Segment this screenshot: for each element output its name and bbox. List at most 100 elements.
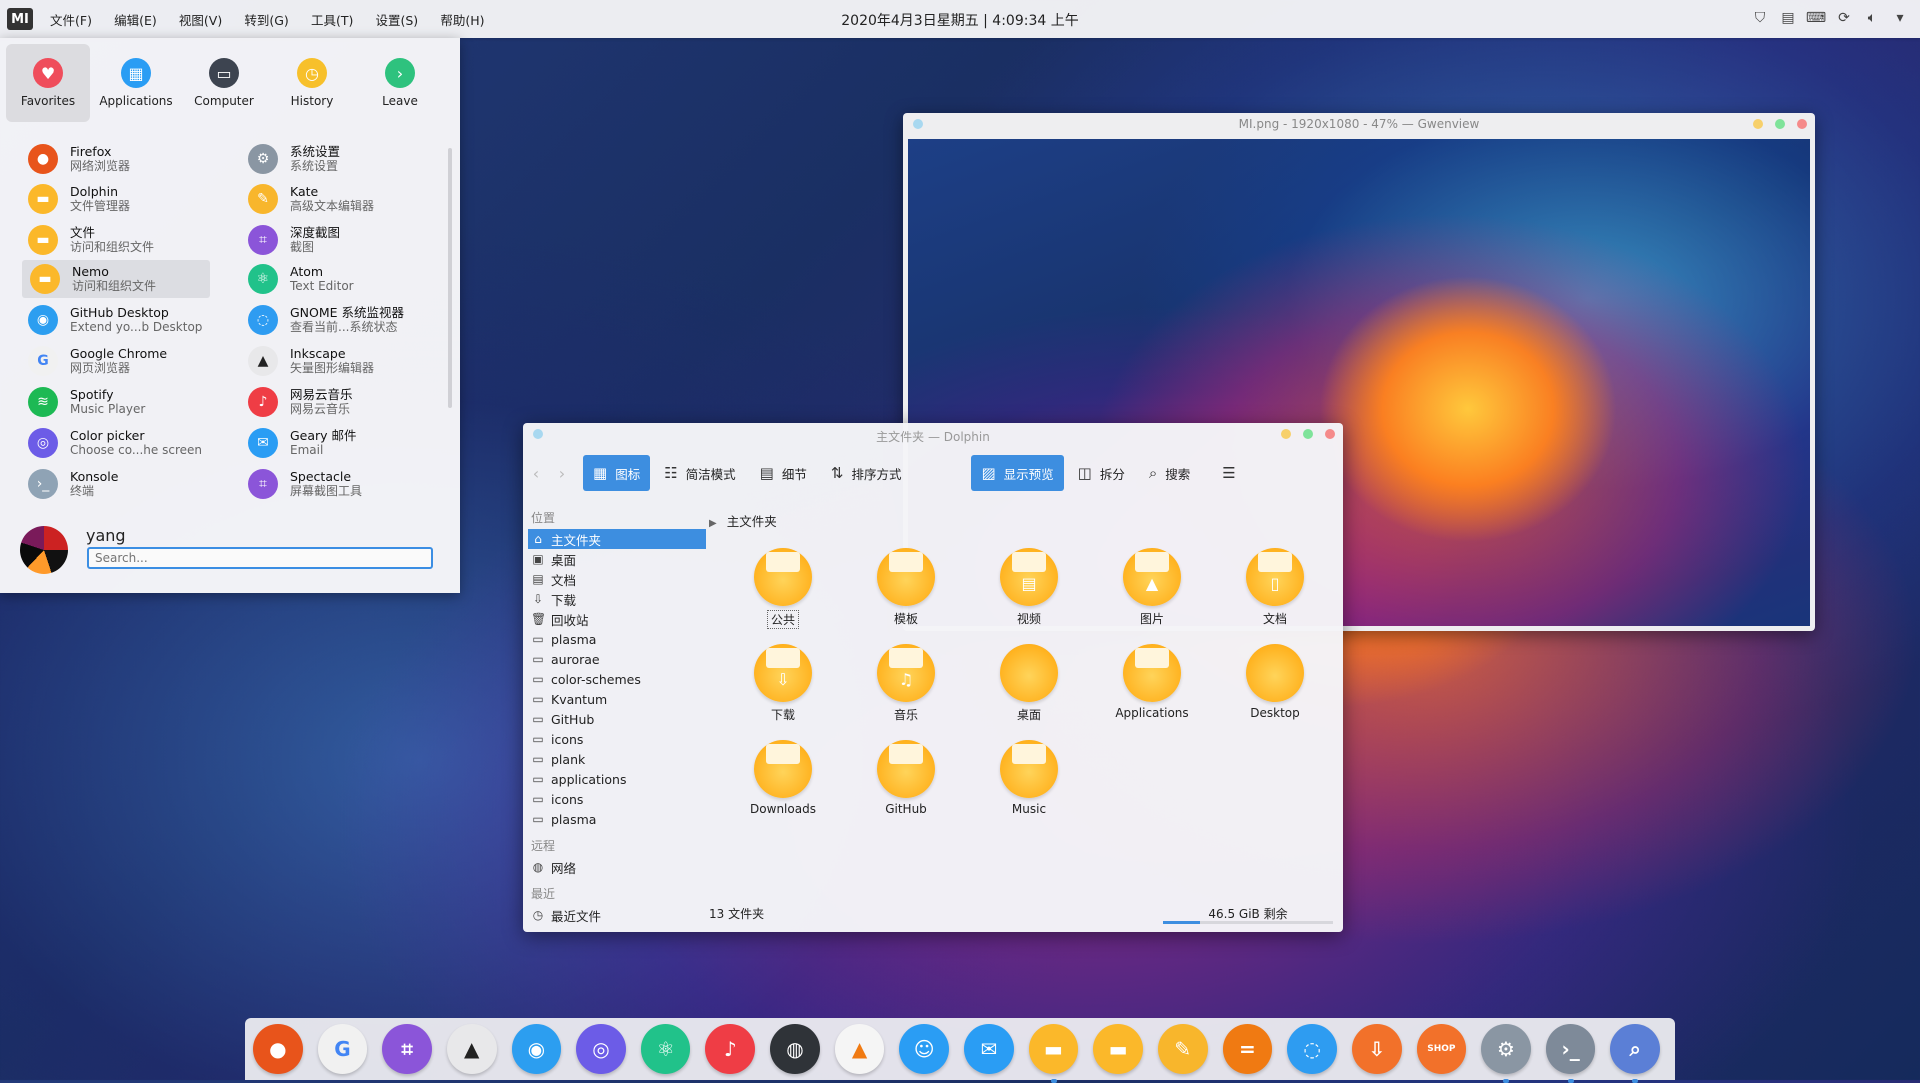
app-files[interactable]: ▬ 文件 访问和组织文件 xyxy=(20,221,210,259)
folder-item[interactable]: 桌面 xyxy=(979,644,1079,734)
back-icon[interactable]: ‹ xyxy=(523,464,549,483)
place-downloads[interactable]: ⇩ 下载 xyxy=(528,589,706,609)
place-home[interactable]: ⌂ 主文件夹 xyxy=(528,529,706,549)
place-folder[interactable]: ▭ Kvantum xyxy=(528,689,706,709)
launcher-search-input[interactable] xyxy=(87,547,433,569)
place-folder[interactable]: ▭ plank xyxy=(528,749,706,769)
downloader-icon[interactable]: ⇩ xyxy=(1351,1024,1402,1074)
mail-icon[interactable]: ✉ xyxy=(964,1024,1014,1074)
app-gnome-system-monitor[interactable]: ◌ GNOME 系统监视器 查看当前...系统状态 xyxy=(240,301,430,339)
launcher-scrollbar[interactable] xyxy=(448,148,452,408)
netease-music-icon[interactable]: ♪ xyxy=(705,1024,756,1074)
keyboard-icon[interactable]: ⌨ xyxy=(1806,8,1826,28)
folder-item[interactable]: ⇩ 下载 xyxy=(733,644,833,734)
app-spotify[interactable]: ≋ Spotify Music Player xyxy=(20,383,210,421)
gwenview-titlebar[interactable]: MI.png - 1920x1080 - 47% — Gwenview xyxy=(903,113,1815,135)
menu-help[interactable]: 帮助(H) xyxy=(440,13,484,28)
maximize-button[interactable] xyxy=(1775,119,1785,129)
app-inkscape[interactable]: ▲ Inkscape 矢量图形编辑器 xyxy=(240,342,430,380)
qq-icon[interactable]: ☺ xyxy=(899,1024,950,1074)
calculator-icon[interactable]: = xyxy=(1222,1024,1273,1074)
breadcrumb[interactable]: ▶ 主文件夹 xyxy=(709,511,777,530)
place-folder[interactable]: ▭ color-schemes xyxy=(528,669,706,689)
app-netease-music[interactable]: ♪ 网易云音乐 网易云音乐 xyxy=(240,383,430,421)
app-spectacle[interactable]: ⌗ Spectacle 屏幕截图工具 xyxy=(240,465,430,503)
app-google-chrome[interactable]: G Google Chrome 网页浏览器 xyxy=(20,342,210,380)
app-dolphin[interactable]: ▬ Dolphin 文件管理器 xyxy=(20,180,210,218)
folder-item[interactable]: Downloads xyxy=(733,740,833,830)
image-viewer-search-icon[interactable]: ⌕ xyxy=(1610,1024,1661,1083)
place-network[interactable]: ◍ 网络 xyxy=(528,857,706,877)
aperture-icon[interactable]: ◍ xyxy=(770,1024,820,1074)
place-folder[interactable]: ▭ aurorae xyxy=(528,649,706,669)
kate-pencil-icon[interactable]: ✎ xyxy=(1157,1024,1208,1074)
shop-icon[interactable]: SHOP xyxy=(1416,1024,1467,1074)
place-desktop[interactable]: ▣ 桌面 xyxy=(528,549,706,569)
menu-tools[interactable]: 工具(T) xyxy=(311,13,353,28)
folder-item[interactable]: Applications xyxy=(1102,644,1202,734)
tab-computer[interactable]: ▭ Computer xyxy=(182,44,266,122)
place-folder[interactable]: ▭ plasma xyxy=(528,809,706,829)
inkscape-icon[interactable]: ▲ xyxy=(446,1024,497,1074)
maximize-button[interactable] xyxy=(1303,429,1313,439)
app-github-desktop[interactable]: ◉ GitHub Desktop Extend yo...b Desktop xyxy=(20,301,210,339)
gear-icon[interactable]: ⚙ xyxy=(1481,1024,1531,1083)
tab-applications[interactable]: ▦ Applications xyxy=(94,44,178,122)
pin-icon[interactable] xyxy=(533,429,543,439)
files-icon[interactable]: ▬ xyxy=(1028,1024,1079,1083)
color-picker-icon[interactable]: ◎ xyxy=(576,1024,626,1074)
app-firefox[interactable]: ● Firefox 网络浏览器 xyxy=(20,140,210,178)
place-folder[interactable]: ▭ plasma xyxy=(528,629,706,649)
folder-icon[interactable]: ▬ xyxy=(1093,1024,1143,1074)
tab-favorites[interactable]: ♥ Favorites xyxy=(6,44,90,122)
folder-item[interactable]: 公共 xyxy=(733,548,833,638)
system-monitor-icon[interactable]: ◌ xyxy=(1287,1024,1337,1074)
place-folder[interactable]: ▭ icons xyxy=(528,789,706,809)
minimize-button[interactable] xyxy=(1281,429,1291,439)
folder-item[interactable]: 模板 xyxy=(856,548,956,638)
close-button[interactable] xyxy=(1325,429,1335,439)
clipboard-icon[interactable]: ▤ xyxy=(1778,8,1798,28)
avatar[interactable] xyxy=(20,526,68,574)
vlc-icon[interactable]: ▲ xyxy=(834,1024,885,1074)
firefox-icon[interactable]: ● xyxy=(253,1024,303,1074)
menu-file[interactable]: 文件(F) xyxy=(50,13,92,28)
show-preview-button[interactable]: ▨ 显示预览 xyxy=(971,455,1064,491)
menu-settings[interactable]: 设置(S) xyxy=(375,13,418,28)
atom-icon[interactable]: ⚛ xyxy=(640,1024,691,1074)
place-trash[interactable]: 🗑︎ 回收站 xyxy=(528,609,706,629)
chevron-down-icon[interactable]: ▾ xyxy=(1890,8,1910,28)
app-atom[interactable]: ⚛ Atom Text Editor xyxy=(240,260,430,298)
dolphin-titlebar[interactable]: 主文件夹 — Dolphin xyxy=(523,423,1343,449)
pin-icon[interactable] xyxy=(913,119,923,129)
folder-item[interactable]: Desktop xyxy=(1225,644,1325,734)
view-compact-button[interactable]: ☷ 简洁模式 xyxy=(654,455,745,491)
tab-history[interactable]: ◷ History xyxy=(270,44,354,122)
hamburger-menu-button[interactable]: ☰ xyxy=(1212,455,1253,491)
free-space-indicator[interactable]: 46.5 GiB 剩余 xyxy=(1163,905,1333,927)
terminal-icon[interactable]: ›_ xyxy=(1545,1024,1596,1083)
screenshot-icon[interactable]: ⌗ xyxy=(382,1024,432,1074)
menu-go[interactable]: 转到(G) xyxy=(244,13,288,28)
place-recent-files[interactable]: ◷ 最近文件 xyxy=(528,905,706,925)
place-folder[interactable]: ▭ GitHub xyxy=(528,709,706,729)
menu-view[interactable]: 视图(V) xyxy=(179,13,222,28)
app-color-picker[interactable]: ◎ Color picker Choose co...he screen xyxy=(20,424,210,462)
tab-leave[interactable]: › Leave xyxy=(358,44,442,122)
app-konsole[interactable]: ›_ Konsole 终端 xyxy=(20,465,210,503)
app-deepin-screenshot[interactable]: ⌗ 深度截图 截图 xyxy=(240,221,430,259)
github-icon[interactable]: ◉ xyxy=(511,1024,562,1074)
volume-icon[interactable]: 🔈︎ xyxy=(1862,8,1882,28)
chevron-right-icon[interactable]: ▶ xyxy=(709,518,717,529)
sort-button[interactable]: ⇅ 排序方式 xyxy=(821,455,912,491)
sync-icon[interactable]: ⟳ xyxy=(1834,8,1854,28)
folder-item[interactable]: Music xyxy=(979,740,1079,830)
app-nemo[interactable]: ▬ Nemo 访问和组织文件 xyxy=(22,260,210,298)
view-icons-button[interactable]: ▦ 图标 xyxy=(583,455,651,491)
split-button[interactable]: ◫ 拆分 xyxy=(1068,455,1135,491)
shield-icon[interactable]: ⛉ xyxy=(1750,8,1770,28)
chrome-icon[interactable]: G xyxy=(317,1024,368,1074)
mi-logo-icon[interactable]: MI xyxy=(7,8,33,30)
menu-edit[interactable]: 编辑(E) xyxy=(114,13,157,28)
forward-icon[interactable]: › xyxy=(549,464,575,483)
